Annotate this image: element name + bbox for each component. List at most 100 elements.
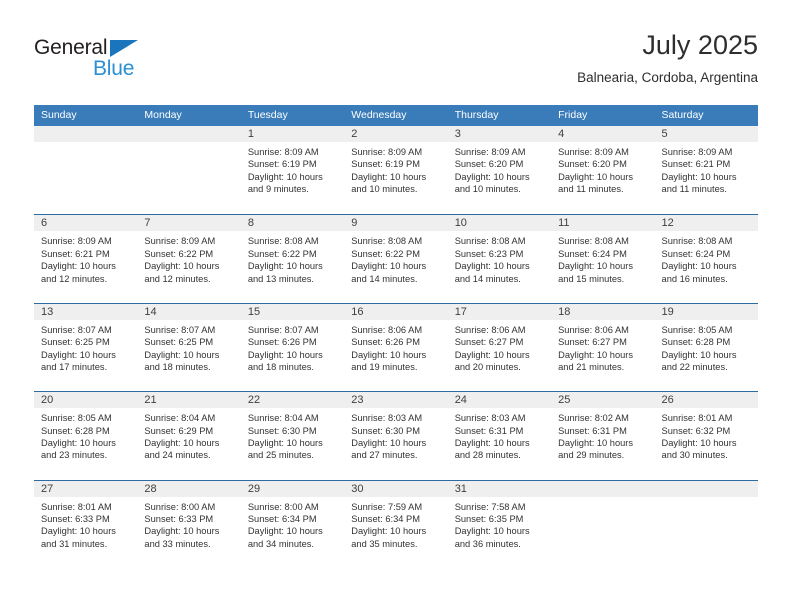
logo-triangle-icon [110,40,138,57]
day-cell-20[interactable]: 20 Sunrise: 8:05 AM Sunset: 6:28 PM Dayligh… [34,392,138,480]
day-cell-22[interactable]: 22 Sunrise: 8:04 AM Sunset: 6:30 PM Dayligh… [240,392,345,480]
day-cell-1[interactable]: 1 Sunrise: 8:09 AM Sunset: 6:19 PM Daylight… [240,126,345,215]
day-number-band: 26 [654,392,758,409]
day-detail-line: Sunset: 6:35 PM [454,513,524,524]
day-cell-10[interactable]: 10 Sunrise: 8:08 AM Sunset: 6:23 PM Dayligh… [447,215,552,303]
day-detail-line: Daylight: 10 hours [247,261,323,272]
day-detail-line: Sunrise: 8:00 AM [247,501,319,512]
day-details: Sunrise: 8:03 AM Sunset: 6:30 PM Daylight:… [344,408,447,462]
day-number-band [654,480,758,497]
calendar-week-row: 1 Sunrise: 8:09 AM Sunset: 6:19 PM Daylight… [34,126,758,215]
day-detail-line: Sunset: 6:26 PM [351,337,420,348]
day-number: 9 [351,217,358,230]
day-detail-line: Sunset: 6:21 PM [41,248,110,259]
day-detail-line: and 15 minutes. [558,273,625,284]
day-cell-30[interactable]: 30 Sunrise: 7:59 AM Sunset: 6:34 PM Dayligh… [344,480,448,568]
day-cell-29[interactable]: 29 Sunrise: 8:00 AM Sunset: 6:34 PM Dayligh… [240,480,345,568]
day-number-band: 3 [447,126,552,142]
day-detail-line: Sunset: 6:19 PM [247,159,317,170]
day-cell-11[interactable]: 11 Sunrise: 8:08 AM Sunset: 6:24 PM Dayligh… [551,215,655,303]
day-cell-19[interactable]: 19 Sunrise: 8:05 AM Sunset: 6:28 PM Dayligh… [654,303,758,392]
day-detail-line: Sunrise: 8:08 AM [247,236,319,247]
day-number-band: 15 [240,303,345,320]
day-number-band: 28 [137,480,241,497]
day-cell-empty [34,126,138,215]
day-number-band: 10 [447,215,552,232]
day-number: 15 [247,305,261,318]
day-detail-line: and 11 minutes. [661,184,727,195]
day-detail-line: and 30 minutes. [661,450,728,461]
day-cell-23[interactable]: 23 Sunrise: 8:03 AM Sunset: 6:30 PM Dayligh… [344,392,448,480]
day-detail-line: Sunset: 6:28 PM [41,425,110,436]
day-details: Sunrise: 8:08 AM Sunset: 6:22 PM Daylight:… [344,231,447,285]
day-cell-24[interactable]: 24 Sunrise: 8:03 AM Sunset: 6:31 PM Dayligh… [447,392,552,480]
day-detail-line: Sunrise: 7:58 AM [454,501,526,512]
day-number-band: 9 [344,215,448,232]
day-detail-line: and 33 minutes. [144,538,211,549]
day-detail-line: and 11 minutes. [558,184,624,195]
day-number-band: 6 [34,215,138,232]
day-details: Sunrise: 8:09 AM Sunset: 6:22 PM Daylight:… [137,231,240,285]
day-detail-line: Sunrise: 8:09 AM [454,147,526,157]
day-cell-13[interactable]: 13 Sunrise: 8:07 AM Sunset: 6:25 PM Dayligh… [34,303,138,392]
day-detail-line: and 24 minutes. [144,450,211,461]
day-detail-line: Sunrise: 8:01 AM [41,501,112,512]
day-detail-line: Sunset: 6:24 PM [661,248,731,259]
day-detail-line: Daylight: 10 hours [144,526,220,537]
day-cell-27[interactable]: 27 Sunrise: 8:01 AM Sunset: 6:33 PM Dayligh… [34,480,138,568]
day-details: Sunrise: 8:02 AM Sunset: 6:31 PM Daylight:… [551,408,654,462]
day-cell-14[interactable]: 14 Sunrise: 8:07 AM Sunset: 6:25 PM Dayligh… [137,303,241,392]
weekday-header-sunday: Sunday [41,109,77,121]
day-details: Sunrise: 8:03 AM Sunset: 6:31 PM Daylight:… [448,408,551,462]
day-cell-25[interactable]: 25 Sunrise: 8:02 AM Sunset: 6:31 PM Dayligh… [551,392,655,480]
day-cell-12[interactable]: 12 Sunrise: 8:08 AM Sunset: 6:24 PM Dayligh… [654,215,758,303]
day-detail-line: Daylight: 10 hours [41,261,116,272]
day-detail-line: Sunrise: 8:09 AM [558,147,629,157]
day-cell-16[interactable]: 16 Sunrise: 8:06 AM Sunset: 6:26 PM Dayligh… [344,303,448,392]
day-cell-2[interactable]: 2 Sunrise: 8:09 AM Sunset: 6:19 PM Daylight… [344,126,448,215]
day-cell-7[interactable]: 7 Sunrise: 8:09 AM Sunset: 6:22 PM Daylight… [137,215,241,303]
day-cell-26[interactable]: 26 Sunrise: 8:01 AM Sunset: 6:32 PM Dayligh… [654,392,758,480]
day-detail-line: Daylight: 10 hours [661,437,737,448]
day-number: 28 [144,482,157,495]
day-detail-line: Sunset: 6:27 PM [558,337,627,348]
day-cell-17[interactable]: 17 Sunrise: 8:06 AM Sunset: 6:27 PM Dayligh… [447,303,552,392]
day-detail-line: Sunrise: 8:09 AM [144,236,216,247]
day-detail-line: Sunset: 6:20 PM [558,159,627,170]
day-cell-9[interactable]: 9 Sunrise: 8:08 AM Sunset: 6:22 PM Daylight… [344,215,448,303]
day-cell-21[interactable]: 21 Sunrise: 8:04 AM Sunset: 6:29 PM Dayligh… [137,392,241,480]
day-number: 2 [351,128,358,140]
day-cell-6[interactable]: 6 Sunrise: 8:09 AM Sunset: 6:21 PM Daylight… [34,215,138,303]
day-number: 5 [661,128,668,140]
day-cell-18[interactable]: 18 Sunrise: 8:06 AM Sunset: 6:27 PM Dayligh… [551,303,655,392]
day-detail-line: and 27 minutes. [351,450,418,461]
day-number-band: 16 [344,303,448,320]
day-detail-line: Sunrise: 8:06 AM [454,324,526,335]
day-number: 16 [351,305,364,318]
calendar-week-row: 6 Sunrise: 8:09 AM Sunset: 6:21 PM Daylight… [34,214,758,303]
day-detail-line: and 9 minutes. [247,184,309,195]
day-number-band: 14 [137,303,241,320]
day-cell-4[interactable]: 4 Sunrise: 8:09 AM Sunset: 6:20 PM Daylight… [551,126,655,215]
day-detail-line: Sunset: 6:34 PM [351,513,420,524]
day-detail-line: and 31 minutes. [41,538,108,549]
day-cell-28[interactable]: 28 Sunrise: 8:00 AM Sunset: 6:33 PM Dayligh… [137,480,241,568]
day-cell-3[interactable]: 3 Sunrise: 8:09 AM Sunset: 6:20 PM Daylight… [447,126,552,215]
day-detail-line: Daylight: 10 hours [41,349,116,360]
weekday-header-saturday: Saturday [661,109,704,121]
day-detail-line: Daylight: 10 hours [247,171,323,182]
day-cell-5[interactable]: 5 Sunrise: 8:09 AM Sunset: 6:21 PM Daylight… [654,126,758,215]
day-cell-31[interactable]: 31 Sunrise: 7:58 AM Sunset: 6:35 PM Dayligh… [447,480,552,568]
day-cell-15[interactable]: 15 Sunrise: 8:07 AM Sunset: 6:26 PM Dayligh… [240,303,345,392]
day-number: 21 [144,394,157,407]
day-number-band: 27 [34,480,138,497]
day-number: 14 [144,305,157,318]
day-number: 11 [558,217,570,230]
day-cell-8[interactable]: 8 Sunrise: 8:08 AM Sunset: 6:22 PM Daylight… [240,215,345,303]
day-detail-line: Sunrise: 8:09 AM [41,236,112,247]
day-number: 12 [661,217,674,230]
day-number: 25 [558,394,571,407]
day-number: 24 [454,394,467,407]
day-detail-line: Sunset: 6:19 PM [351,159,420,170]
day-detail-line: and 17 minutes. [41,362,108,372]
